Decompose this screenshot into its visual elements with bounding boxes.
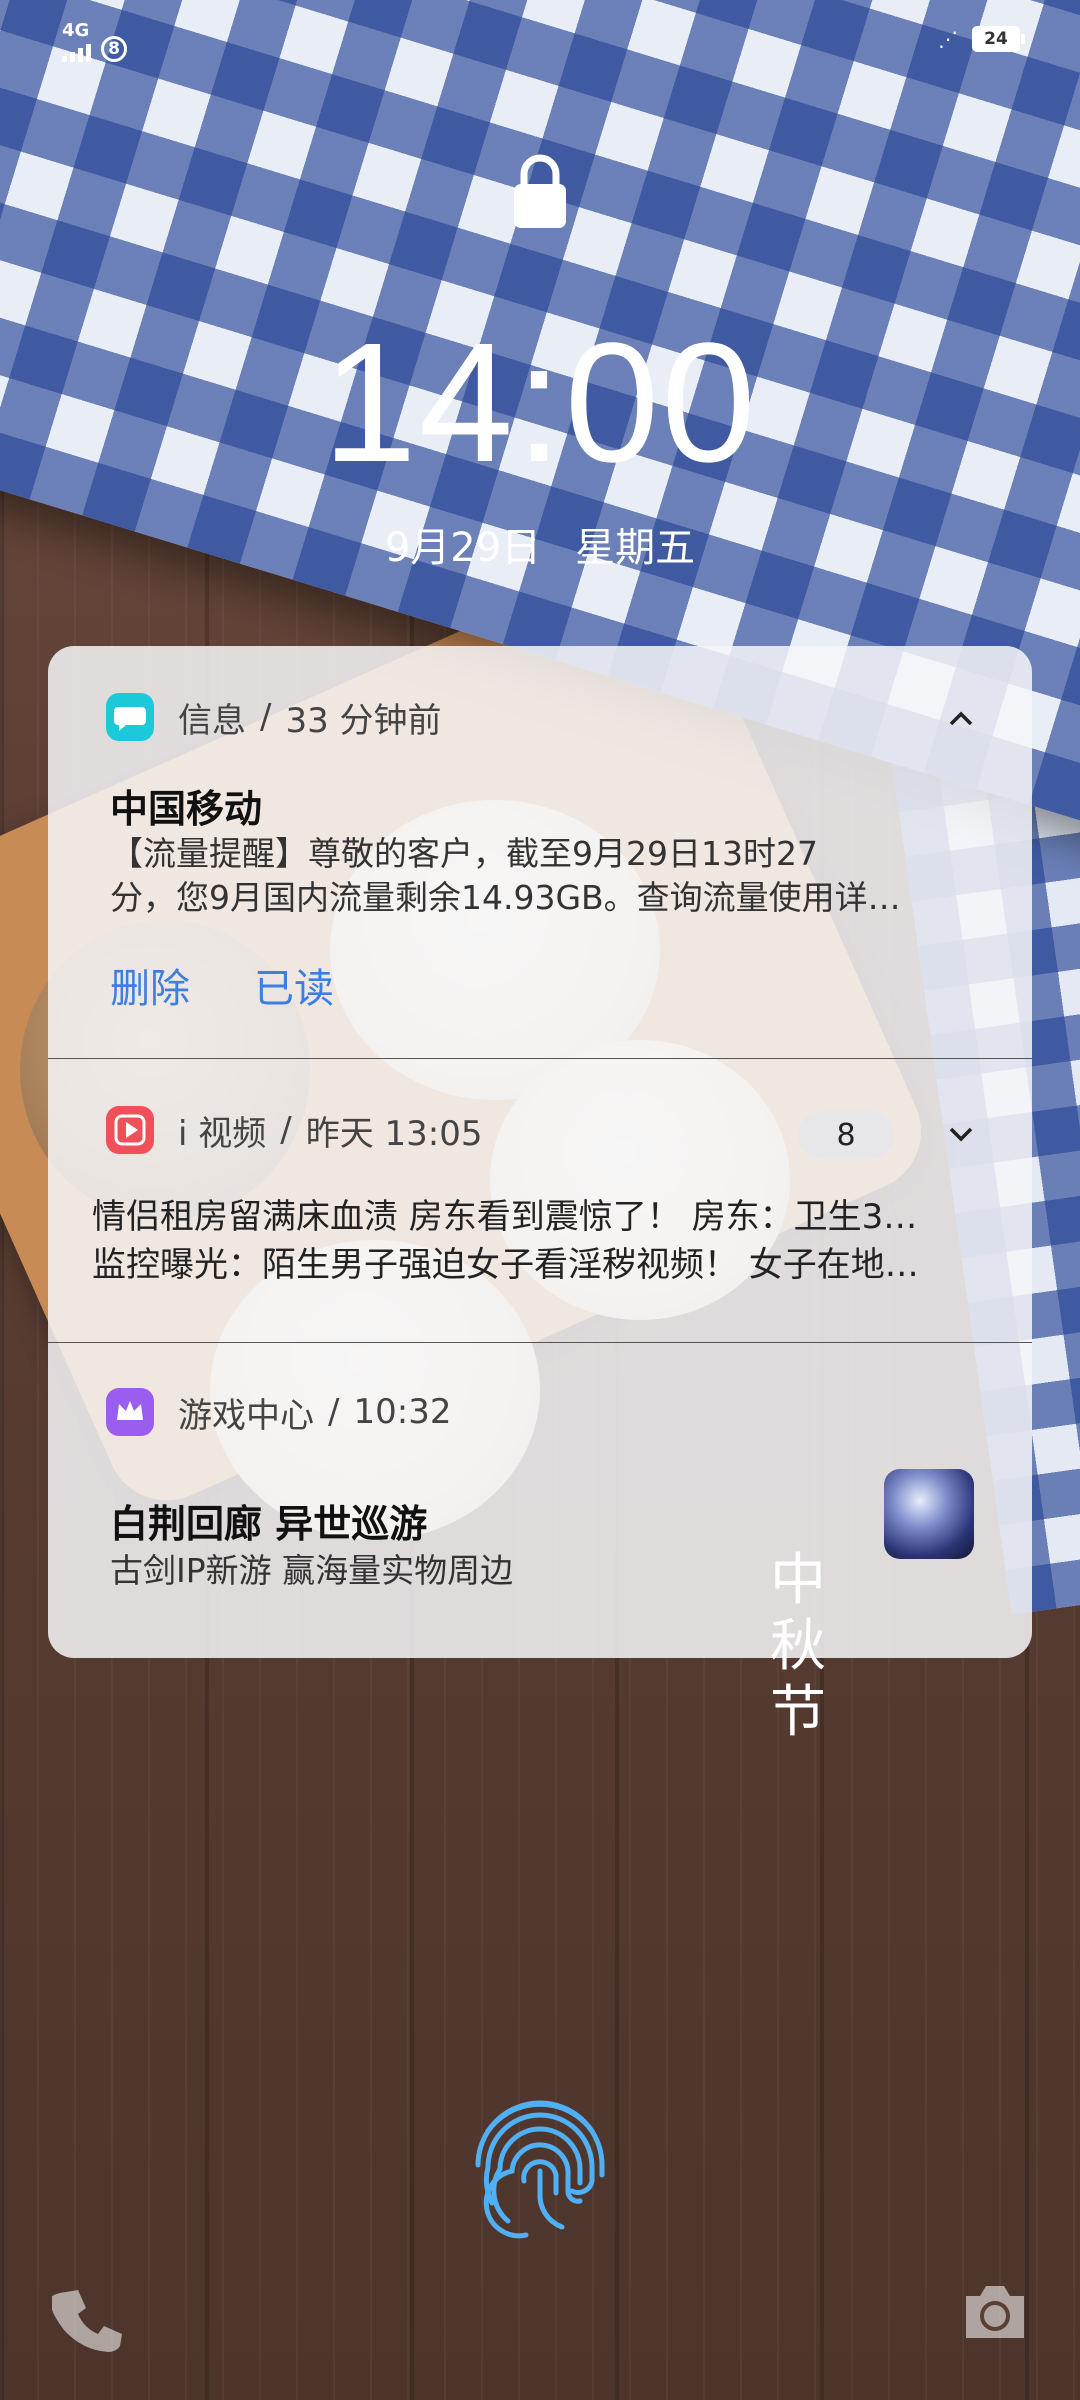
crown-icon [106,1388,154,1436]
app-name: i 视频 [178,1113,267,1154]
notification-header: i 视频 / 昨天 13:05 [106,1105,483,1155]
date-text: 9月29日 [384,525,542,571]
festival-char: 中 [770,1548,826,1613]
notification-count-pill: 8 [798,1111,894,1159]
status-bar: 4G 8 ⋰ 24 [0,0,1080,80]
separator: / [260,697,272,737]
clock-time: 14:00 [322,308,758,498]
festival-char: 节 [770,1680,826,1745]
festival-char: 秋 [770,1614,826,1679]
notification-header: 游戏中心 / 10:32 [106,1387,451,1437]
phone-icon[interactable] [52,2284,122,2354]
notification-body: 【流量提醒】尊敬的客户，截至9月29日13时27 分，您9月国内流量剩余14.9… [110,832,962,920]
game-thumbnail-image [884,1469,974,1559]
mark-read-button[interactable]: 已读 [254,956,334,1014]
notification-title: 白荆回廊 异世巡游 [110,1502,428,1546]
notification-body: 古剑IP新游 赢海量实物周边 [110,1551,514,1590]
delete-button[interactable]: 删除 [110,956,190,1014]
notification-body-line: 【流量提醒】尊敬的客户，截至9月29日13时27 [110,834,818,873]
network-type-label: 4G [62,20,90,41]
notification-time: 33 分钟前 [285,700,442,741]
notification-count-badge: 8 [101,36,127,62]
camera-icon[interactable] [962,2280,1028,2342]
app-name: 游戏中心 [178,1395,314,1436]
message-icon [106,693,154,741]
notification-messages[interactable]: 信息 / 33 分钟前 中国移动 【流量提醒】尊敬的客户，截至9月29日13时2… [48,646,1032,1058]
notification-title: 中国移动 [110,787,263,831]
wallpaper-festival-text: 中 秋 节 [768,1548,828,1746]
app-name: 信息 [178,700,246,741]
fingerprint-icon[interactable] [458,2085,622,2249]
notification-time: 昨天 13:05 [305,1113,483,1154]
separator: / [328,1392,340,1432]
chevron-down-icon[interactable] [946,1119,976,1149]
chevron-up-icon[interactable] [946,704,976,734]
notification-panel: 信息 / 33 分钟前 中国移动 【流量提醒】尊敬的客户，截至9月29日13时2… [48,646,1032,1658]
signal-icon [62,40,91,62]
notification-video[interactable]: i 视频 / 昨天 13:05 8 情侣租房留满床血渍 房东看到震惊了！ 房东：… [48,1058,1032,1343]
video-play-icon [106,1106,154,1154]
weekday-text: 星期五 [575,525,696,571]
notification-line: 情侣租房留满床血渍 房东看到震惊了！ 房东：卫生3… [92,1197,918,1237]
notification-header: 信息 / 33 分钟前 [106,692,442,742]
battery-icon: 24 [972,26,1025,52]
date-line: 9月29日 星期五 [0,515,1080,573]
separator: / [280,1110,292,1150]
lock-icon [514,154,566,228]
notification-game-center[interactable]: 游戏中心 / 10:32 白荆回廊 异世巡游 古剑IP新游 赢海量实物周边 [48,1342,1032,1658]
notification-time: 10:32 [353,1392,452,1432]
wifi-icon: ⋰ [938,27,958,51]
notification-line: 监控曝光：陌生男子强迫女子看淫秽视频！ 女子在地… [92,1245,919,1285]
notification-body-line: 分，您9月国内流量剩余14.93GB。查询流量使用详… [110,878,901,917]
